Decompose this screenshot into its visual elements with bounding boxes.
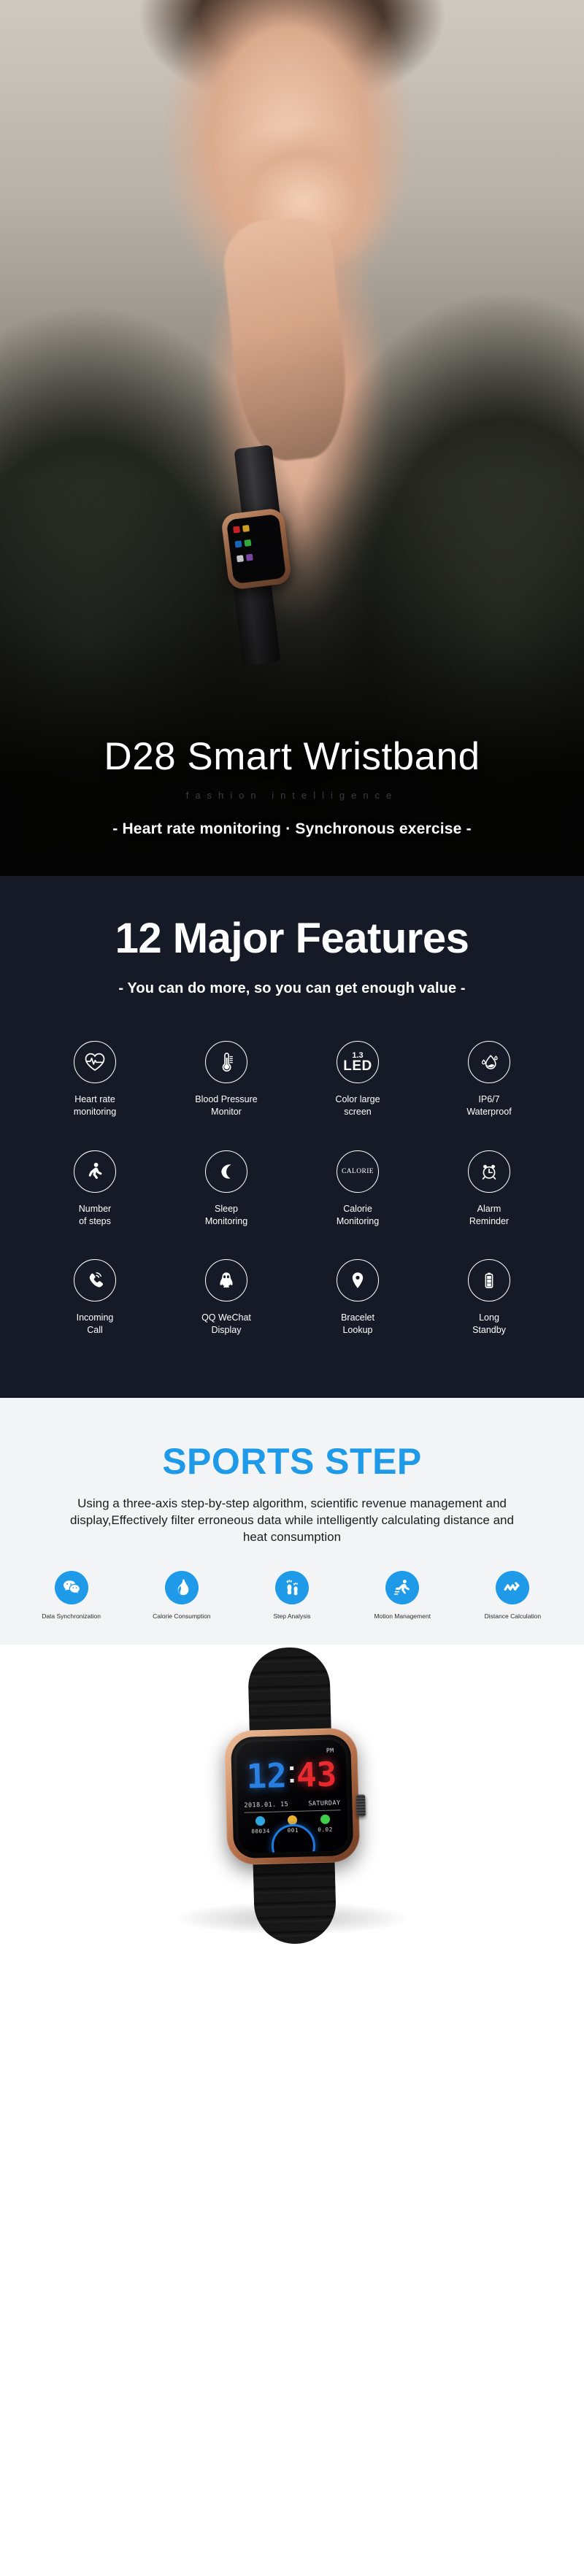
- feature-label: Bracelet Lookup: [341, 1312, 374, 1336]
- feature-item-waterproof: IP6/7 Waterproof: [423, 1040, 555, 1118]
- feature-item-heart-rate: Heart rate monitoring: [29, 1040, 161, 1118]
- feature-label: Number of steps: [78, 1203, 112, 1226]
- feature-item-qq-wechat: QQ WeChat Display: [161, 1259, 292, 1337]
- calorie-icon: CALORIE: [337, 1150, 379, 1193]
- watch-steps-value: 00034: [251, 1827, 271, 1835]
- sports-step-title: SPORTS STEP: [162, 1441, 422, 1483]
- product-subtitle-faint: fashion intelligence: [185, 790, 399, 801]
- sports-item-label: Step Analysis: [273, 1612, 311, 1620]
- feature-item-alarm: Alarm Reminder: [423, 1150, 555, 1228]
- watch-screen: PM 12 43 2018.01. 15 SATURDAY 00034 001 …: [236, 1739, 349, 1854]
- watch-date: 2018.01. 15: [244, 1801, 289, 1810]
- sports-step-section: SPORTS STEP Using a three-axis step-by-s…: [0, 1398, 584, 1645]
- sports-icons-row: Data Synchronization Calorie Consumption: [0, 1570, 584, 1620]
- wechat-icon: [54, 1570, 88, 1604]
- walking-person-icon: [74, 1150, 116, 1193]
- sports-item-label: Motion Management: [374, 1612, 431, 1620]
- feature-label: Alarm Reminder: [469, 1203, 510, 1226]
- watch-bezel: PM 12 43 2018.01. 15 SATURDAY 00034 001 …: [231, 1734, 354, 1859]
- feature-label: Color large screen: [335, 1093, 380, 1117]
- watch-time: 12 43: [237, 1754, 347, 1796]
- watch-stat-distance: 0.02: [309, 1814, 341, 1833]
- sports-item-step-analysis: Step Analysis: [237, 1570, 347, 1620]
- calorie-icon-text: CALORIE: [342, 1167, 374, 1175]
- watch-distance-value: 0.02: [318, 1826, 333, 1834]
- runner-icon: [385, 1570, 420, 1604]
- watch-date-row: 2018.01. 15 SATURDAY: [244, 1799, 341, 1813]
- feature-item-incoming-call: Incoming Call: [29, 1259, 161, 1337]
- distance-icon: [320, 1814, 330, 1825]
- feature-label: IP6/7 Waterproof: [466, 1093, 512, 1117]
- sports-item-data-sync: Data Synchronization: [16, 1570, 126, 1620]
- feature-label: Calorie Monitoring: [336, 1203, 380, 1226]
- sports-item-label: Distance Calculation: [484, 1612, 542, 1620]
- feature-label: Blood Pressure Monitor: [195, 1093, 258, 1117]
- led-screen-icon: 1.3 LED: [337, 1040, 379, 1083]
- product-photo-section: PM 12 43 2018.01. 15 SATURDAY 00034 001 …: [0, 1645, 584, 1952]
- watch-minute: 43: [296, 1754, 337, 1795]
- qq-penguin-icon: [205, 1259, 247, 1302]
- feature-label: Incoming Call: [76, 1312, 114, 1336]
- feature-item-long-standby: Long Standby: [423, 1259, 555, 1337]
- alarm-clock-icon: [468, 1150, 510, 1193]
- product-title: D28 Smart Wristband: [104, 735, 480, 778]
- feature-label: Sleep Monitoring: [204, 1203, 248, 1226]
- feature-item-sleep: Sleep Monitoring: [161, 1150, 292, 1228]
- watch-hour: 12: [245, 1756, 288, 1796]
- feature-item-number-of-steps: Number of steps: [29, 1150, 161, 1228]
- phone-ringing-icon: [74, 1259, 116, 1302]
- features-section: 12 Major Features - You can do more, so …: [0, 876, 584, 1399]
- crescent-moon-icon: [205, 1150, 247, 1193]
- feature-item-blood-pressure: Blood Pressure Monitor: [161, 1040, 292, 1118]
- hero-text-block: D28 Smart Wristband fashion intelligence…: [0, 737, 584, 876]
- product-watch: PM 12 43 2018.01. 15 SATURDAY 00034 001 …: [197, 1645, 387, 1945]
- route-arrow-icon: [496, 1570, 530, 1604]
- watch-case: PM 12 43 2018.01. 15 SATURDAY 00034 001 …: [223, 1727, 366, 1866]
- sports-item-distance-calculation: Distance Calculation: [458, 1570, 568, 1620]
- feature-item-color-screen: 1.3 LED Color large screen: [292, 1040, 423, 1118]
- feature-label: Long Standby: [472, 1312, 506, 1336]
- footprints-icon: [274, 1570, 309, 1604]
- water-drop-icon: [468, 1040, 510, 1083]
- feature-label: Heart rate monitoring: [73, 1093, 117, 1117]
- sports-item-label: Data Synchronization: [42, 1612, 101, 1620]
- watch-crown-button[interactable]: [356, 1794, 366, 1817]
- watch-meridiem: PM: [326, 1747, 334, 1754]
- watch-weekday: SATURDAY: [308, 1799, 341, 1808]
- feature-label: QQ WeChat Display: [201, 1312, 251, 1336]
- product-tagline: - Heart rate monitoring · Synchronous ex…: [112, 820, 472, 837]
- steps-icon: [256, 1816, 266, 1826]
- flame-icon: [164, 1570, 199, 1604]
- hero-banner: D28 Smart Wristband fashion intelligence…: [0, 0, 584, 876]
- features-grid: Heart rate monitoring Blood Pressure Mon…: [0, 1040, 584, 1337]
- battery-icon: [468, 1259, 510, 1302]
- heart-rate-icon: [74, 1040, 116, 1083]
- thermometer-icon: [205, 1040, 247, 1083]
- feature-item-bracelet-lookup: Bracelet Lookup: [292, 1259, 423, 1337]
- map-pin-icon: [337, 1259, 379, 1302]
- sports-step-paragraph: Using a three-axis step-by-step algorith…: [70, 1496, 514, 1545]
- sports-item-calorie-consumption: Calorie Consumption: [126, 1570, 237, 1620]
- watch-time-colon: [286, 1758, 296, 1791]
- watch-stat-steps: 00034: [245, 1816, 277, 1835]
- feature-item-calorie: CALORIE Calorie Monitoring: [292, 1150, 423, 1228]
- features-subtitle: - You can do more, so you can get enough…: [118, 980, 466, 996]
- features-title: 12 Major Features: [115, 915, 469, 962]
- sports-item-motion-management: Motion Management: [347, 1570, 458, 1620]
- sports-item-label: Calorie Consumption: [153, 1612, 211, 1620]
- led-icon-main-text: LED: [343, 1058, 372, 1074]
